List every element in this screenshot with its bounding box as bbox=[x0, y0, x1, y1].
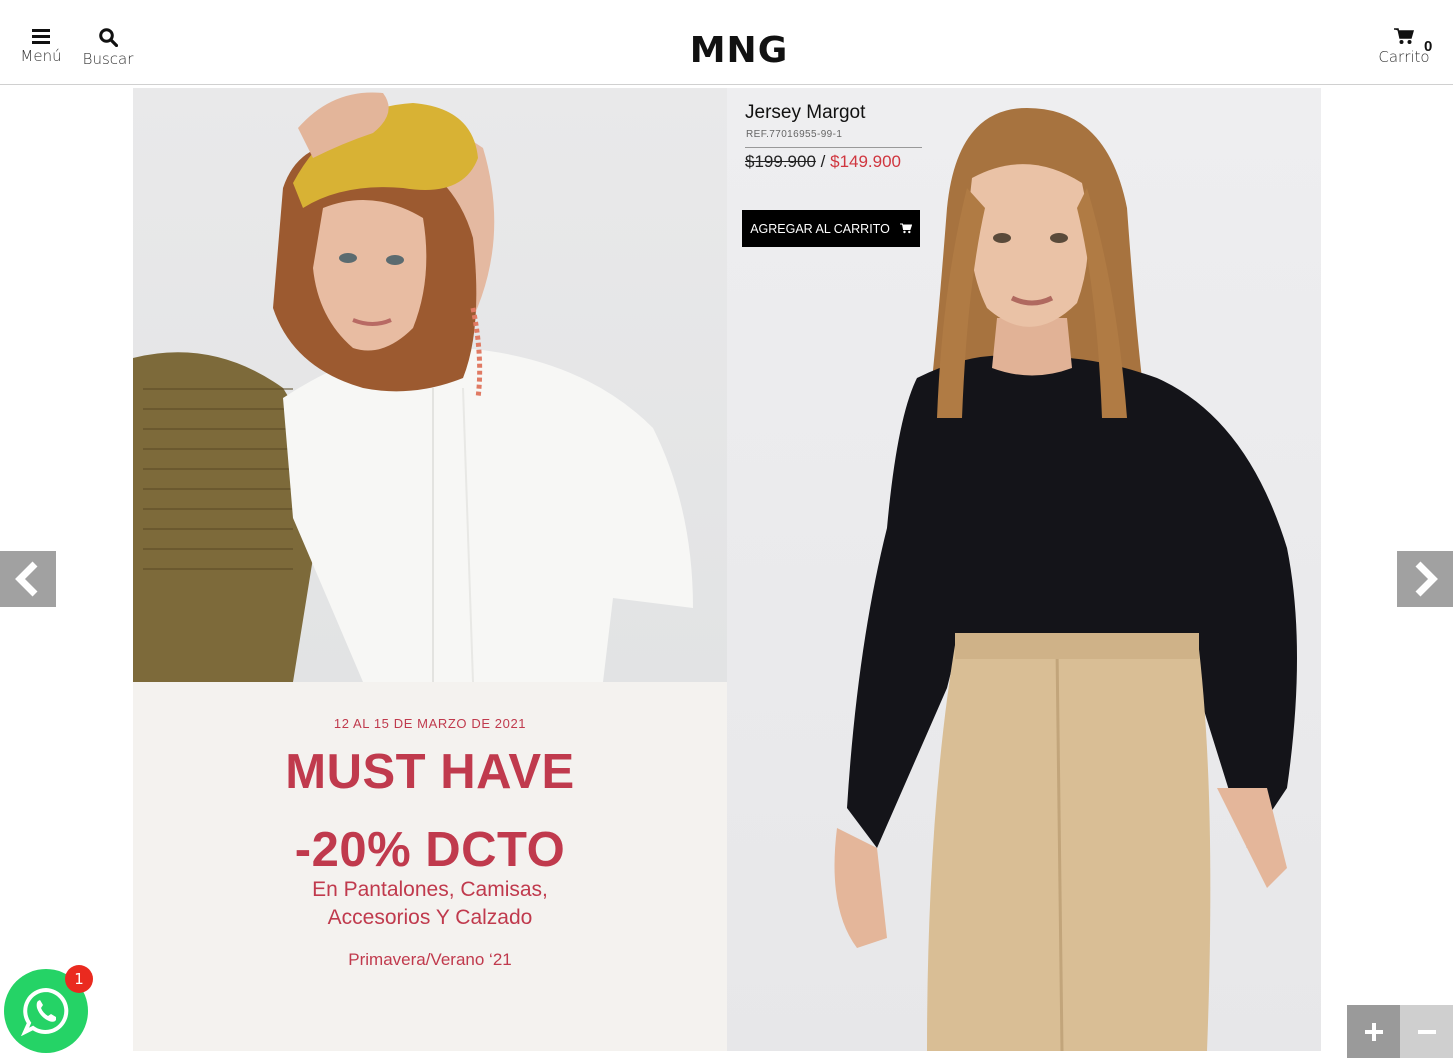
menu-button[interactable]: Menú bbox=[18, 28, 64, 65]
product-ref: REF.77016955-99-1 bbox=[746, 129, 843, 140]
product-name: Jersey Margot bbox=[745, 102, 866, 123]
search-button[interactable]: Buscar bbox=[80, 28, 136, 68]
promo-headline-1: MUST HAVE bbox=[285, 745, 575, 799]
cart-label: Carrito bbox=[1378, 48, 1430, 66]
promo-subtitle: En Pantalones, Camisas, Accesorios Y Cal… bbox=[133, 876, 727, 932]
promo-season: Primavera/Verano ‘21 bbox=[348, 950, 512, 969]
product-divider bbox=[745, 147, 922, 148]
zoom-out-button[interactable] bbox=[1400, 1005, 1453, 1058]
search-label: Buscar bbox=[82, 50, 134, 68]
cart-count: 0 bbox=[1424, 38, 1433, 55]
zoom-in-icon bbox=[1364, 1022, 1383, 1041]
promo-subtitle-line-1: En Pantalones, Camisas, bbox=[312, 878, 548, 901]
promo-date: 12 AL 15 DE MARZO DE 2021 bbox=[333, 716, 527, 731]
model-photo-left bbox=[133, 88, 727, 682]
price-separator: / bbox=[820, 152, 826, 171]
top-header: Menú Buscar MNG Carrito 0 bbox=[0, 0, 1453, 85]
hero-slide: 12 AL 15 DE MARZO DE 2021 MUST HAVE -20%… bbox=[133, 88, 1321, 1051]
product-prices: $199.900 / $149.900 bbox=[745, 152, 901, 172]
zoom-out-icon bbox=[1417, 1029, 1436, 1034]
whatsapp-icon bbox=[21, 987, 69, 1036]
cart-icon bbox=[1394, 28, 1414, 44]
brand-logo[interactable]: MNG bbox=[681, 30, 797, 71]
promo-subtitle-line-2: Accesorios Y Calzado bbox=[327, 906, 533, 929]
search-icon bbox=[98, 28, 118, 47]
next-slide-button[interactable] bbox=[1397, 551, 1453, 607]
add-to-cart-label: AGREGAR AL CARRITO bbox=[750, 221, 890, 236]
cart-icon bbox=[899, 223, 912, 234]
prev-arrow-icon bbox=[15, 561, 38, 597]
promo-headline-2: -20% DCTO bbox=[294, 823, 566, 877]
whatsapp-notification-badge: 1 bbox=[65, 965, 93, 993]
sale-price: $149.900 bbox=[830, 152, 902, 171]
add-to-cart-button[interactable]: AGREGAR AL CARRITO bbox=[742, 210, 920, 247]
prev-slide-button[interactable] bbox=[0, 551, 56, 607]
menu-icon bbox=[32, 29, 50, 44]
zoom-in-button[interactable] bbox=[1347, 1005, 1400, 1058]
next-arrow-icon bbox=[1415, 561, 1438, 597]
old-price: $199.900 bbox=[745, 152, 816, 171]
menu-label: Menú bbox=[20, 47, 62, 65]
logo-text: MNG bbox=[690, 30, 789, 68]
